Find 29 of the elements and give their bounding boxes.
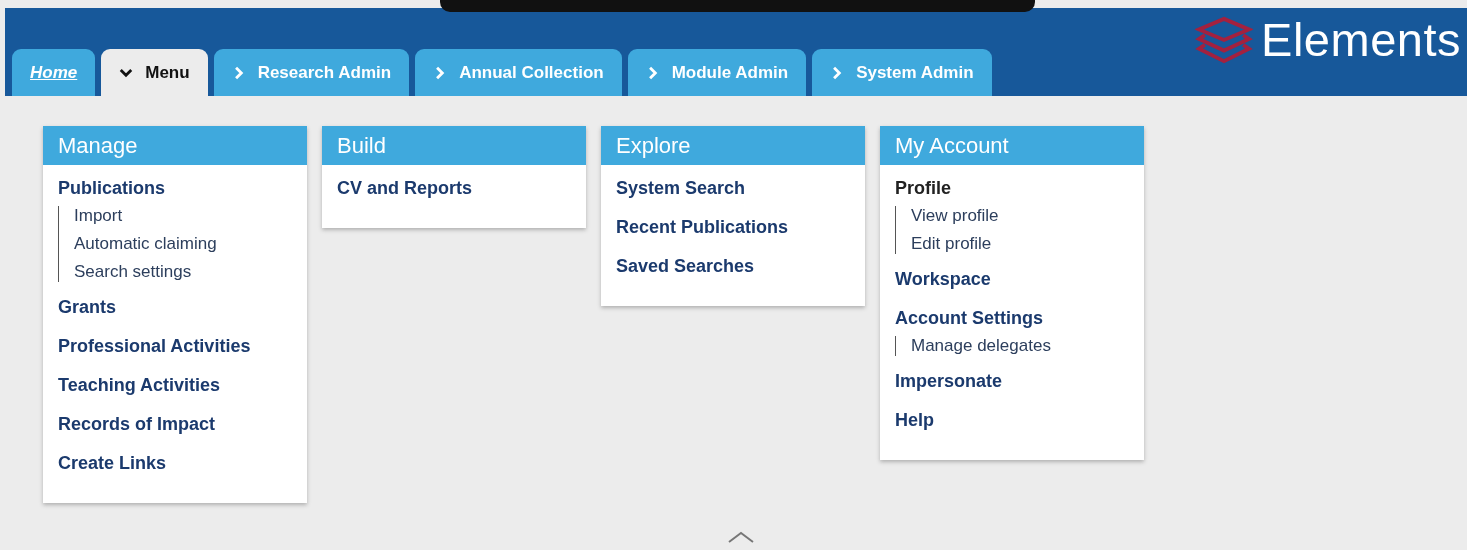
nav-tab[interactable]: Menu [101,49,208,96]
submenu-link[interactable]: View profile [911,206,999,226]
submenu-link[interactable]: Import [74,206,123,226]
submenu-link[interactable]: Manage delegates [911,336,1051,356]
menu-link[interactable]: CV and Reports [337,175,473,202]
menu-link[interactable]: Grants [58,294,117,321]
menu-link[interactable]: Recent Publications [616,214,789,241]
submenu-link[interactable]: Edit profile [911,234,992,254]
panel-title: Manage [43,126,307,165]
submenu-link[interactable]: Search settings [74,262,192,282]
panel-title: Explore [601,126,865,165]
panel-title: Build [322,126,586,165]
menu-link[interactable]: System Search [616,175,746,202]
menu-link[interactable]: Saved Searches [616,253,755,280]
menu-link[interactable]: Publications [58,175,165,202]
menu-link[interactable]: Professional Activities [58,333,251,360]
logo-text: Elements [1261,12,1461,67]
menu-link[interactable]: Impersonate [895,368,1003,395]
menu-link[interactable]: Help [895,407,934,434]
menu-link[interactable]: Profile [895,175,951,202]
menu-link[interactable]: Workspace [895,266,991,293]
layers-logo-icon [1195,15,1254,64]
menu-link[interactable]: Teaching Activities [58,372,221,399]
menu-link[interactable]: Create Links [58,450,167,477]
submenu-link[interactable]: Automatic claiming [74,234,217,254]
collapse-caret-icon[interactable] [728,531,754,543]
panel-title: My Account [880,126,1144,165]
menu-link[interactable]: Records of Impact [58,411,216,438]
menu-link[interactable]: Account Settings [895,305,1043,332]
